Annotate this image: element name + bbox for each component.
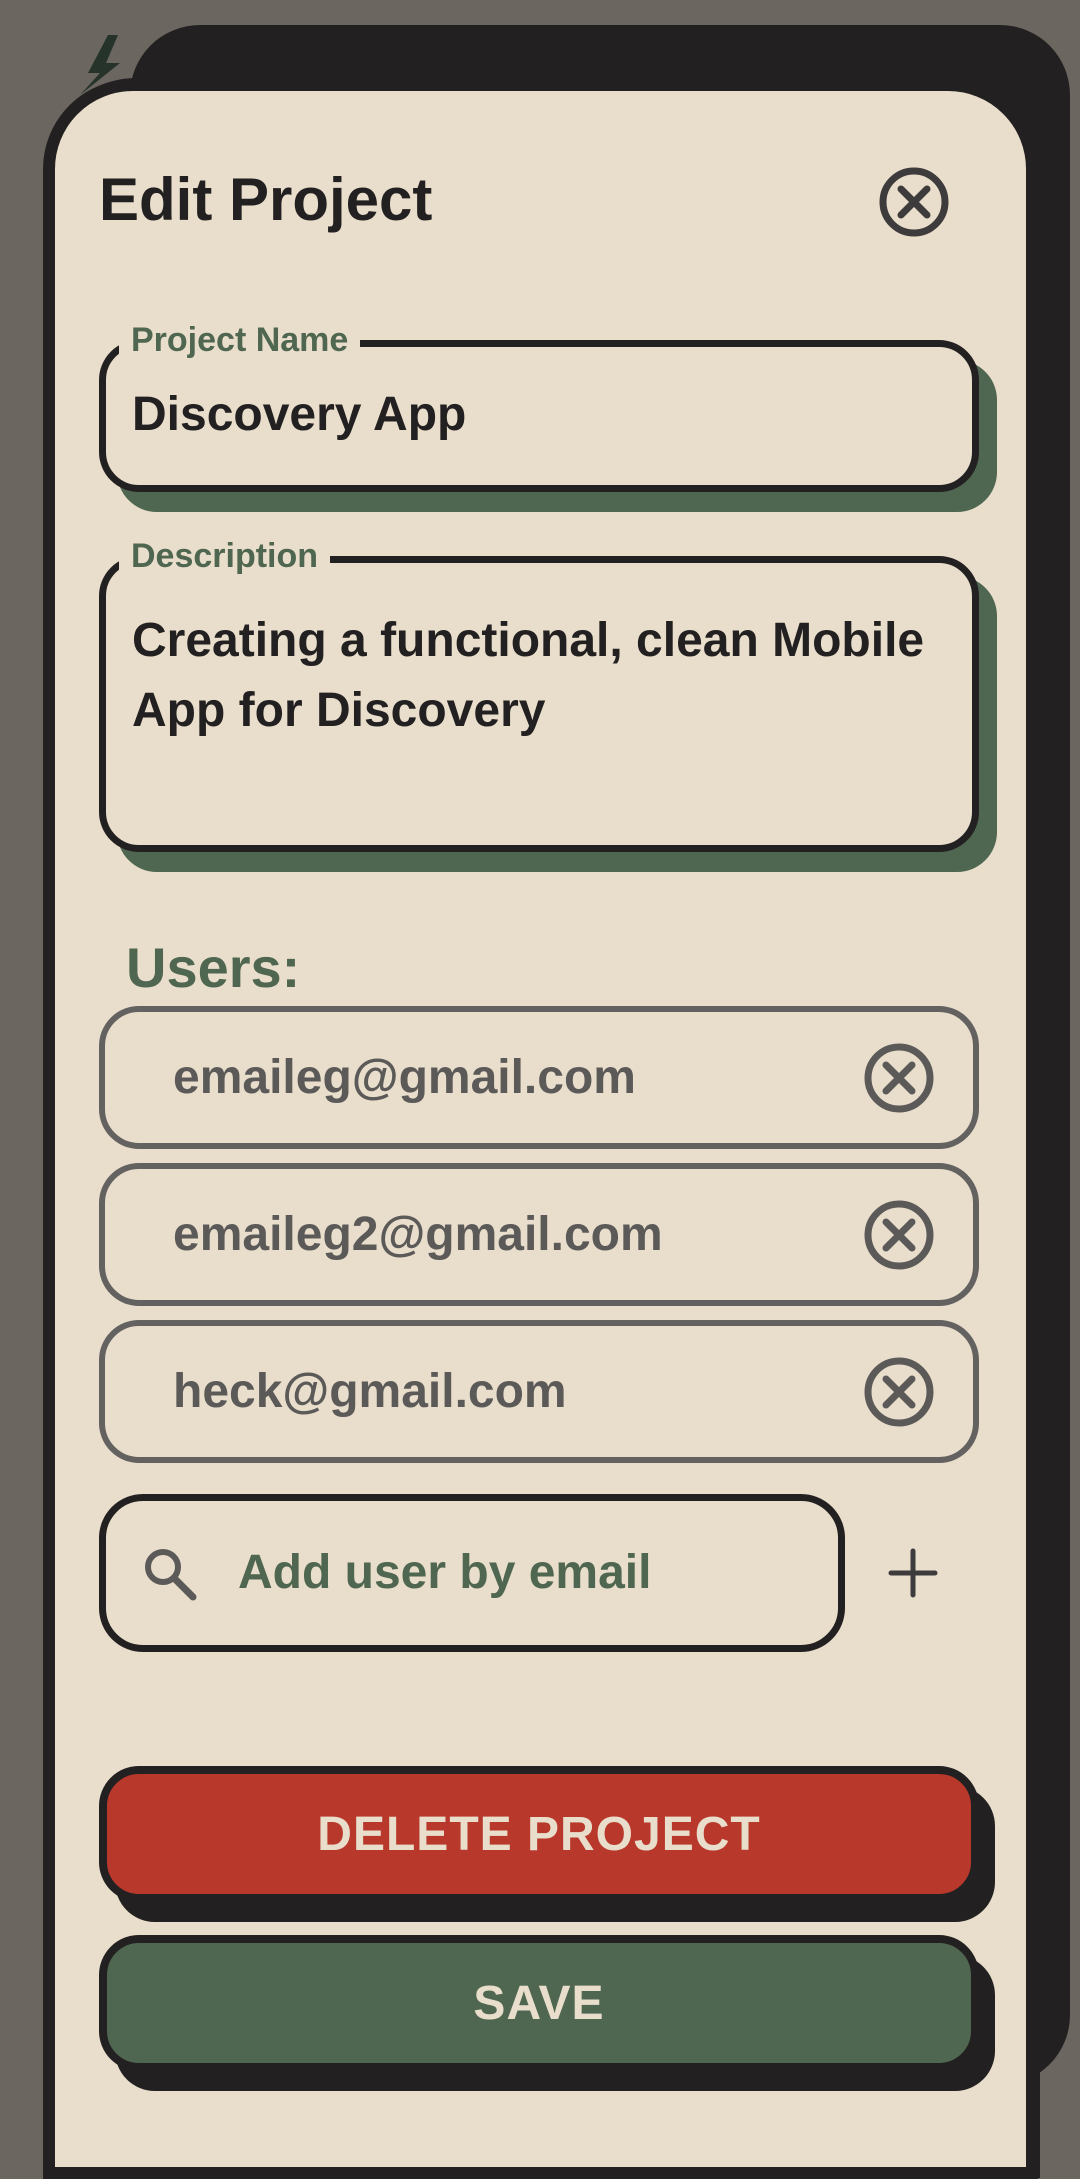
project-name-field[interactable]: Project Name Discovery App <box>99 318 997 512</box>
delete-project-button[interactable]: DELETE PROJECT <box>99 1766 995 1922</box>
users-heading: Users: <box>126 936 301 999</box>
user-item: heck@gmail.com <box>99 1320 979 1463</box>
user-email: heck@gmail.com <box>173 1365 567 1418</box>
save-button[interactable]: SAVE <box>99 1935 995 2091</box>
user-email: emaileg@gmail.com <box>173 1051 636 1104</box>
remove-user-icon[interactable] <box>863 1356 935 1428</box>
modal-title: Edit Project <box>99 166 433 233</box>
project-name-label: Project Name <box>119 318 361 362</box>
remove-user-icon[interactable] <box>863 1042 935 1114</box>
save-label: SAVE <box>99 1935 979 2071</box>
project-name-value[interactable]: Discovery App <box>132 380 951 450</box>
description-label: Description <box>119 534 331 578</box>
remove-user-icon[interactable] <box>863 1199 935 1271</box>
user-email: emaileg2@gmail.com <box>173 1208 663 1261</box>
delete-project-label: DELETE PROJECT <box>99 1766 979 1902</box>
user-item: emaileg@gmail.com <box>99 1006 979 1149</box>
plus-icon[interactable] <box>885 1545 941 1601</box>
description-value[interactable]: Creating a functional, clean Mobile App … <box>132 606 951 746</box>
search-icon <box>145 1549 197 1601</box>
user-item: emaileg2@gmail.com <box>99 1163 979 1306</box>
add-user-placeholder: Add user by email <box>238 1546 652 1599</box>
close-icon[interactable] <box>878 166 950 238</box>
description-field[interactable]: Description Creating a functional, clean… <box>99 534 997 872</box>
add-user-input[interactable]: Add user by email <box>99 1494 845 1652</box>
